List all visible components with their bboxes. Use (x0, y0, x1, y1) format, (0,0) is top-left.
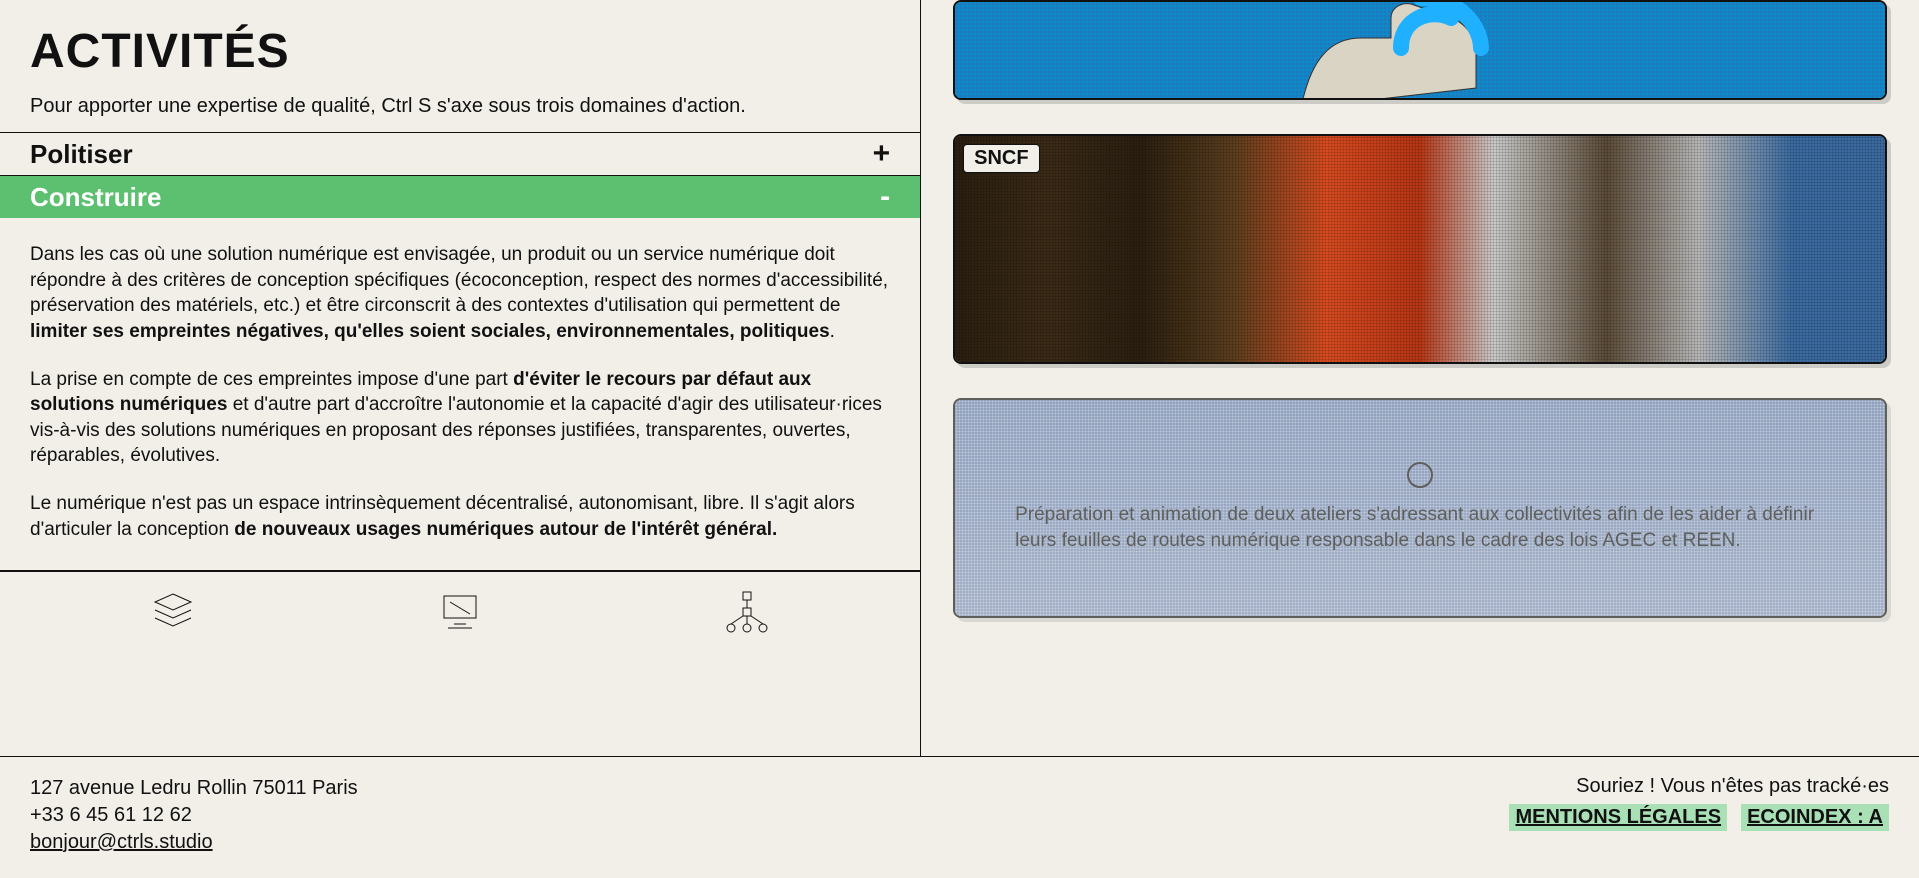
card-description: Préparation et animation de deux atelier… (1015, 502, 1825, 553)
body-text-bold: limiter ses empreintes négatives, qu'ell… (30, 321, 830, 342)
footer: 127 avenue Ledru Rollin 75011 Paris +33 … (0, 756, 1919, 878)
card-image (955, 2, 1885, 98)
body-text: La prise en compte de ces empreintes imp… (30, 369, 513, 390)
collapse-icon: - (880, 180, 890, 214)
loading-spinner-icon (1407, 462, 1433, 488)
activities-accordion: Politiser + Construire - Dans les cas où… (0, 132, 920, 571)
project-card-sncf[interactable]: SNCF (953, 134, 1887, 364)
accordion-header-politiser[interactable]: Politiser + (0, 133, 920, 175)
accordion-label: Politiser (30, 139, 133, 170)
card-image (955, 136, 1885, 362)
icons-row (0, 571, 920, 656)
card-image: Préparation et animation de deux atelier… (955, 400, 1885, 616)
footer-note: Souriez ! Vous n'êtes pas tracké·es (1509, 775, 1889, 798)
body-text-bold: de nouveaux usages numériques autour de … (234, 519, 777, 540)
accordion-header-construire[interactable]: Construire - (0, 176, 920, 218)
layers-icon (149, 588, 197, 640)
accordion-body-construire: Dans les cas où une solution numérique e… (0, 218, 920, 570)
computer-icon (436, 588, 484, 640)
body-text: . (830, 321, 835, 342)
body-text: Dans les cas où une solution numérique e… (30, 244, 888, 316)
legal-link-ecoindex[interactable]: ECOINDEX : A (1741, 804, 1889, 831)
expand-icon: + (873, 137, 891, 171)
page-title: ACTIVITÉS (30, 24, 890, 79)
legal-link-mentions[interactable]: MENTIONS LÉGALES (1509, 804, 1727, 831)
footer-email-link[interactable]: bonjour@ctrls.studio (30, 831, 213, 853)
footer-phone: +33 6 45 61 12 62 (30, 802, 358, 829)
network-icon (723, 588, 771, 640)
footer-address: 127 avenue Ledru Rollin 75011 Paris (30, 775, 358, 802)
card-badge: SNCF (963, 144, 1039, 173)
project-card-nec[interactable]: NEC Préparation et animation de deux ate… (953, 398, 1887, 618)
project-card[interactable] (953, 0, 1887, 100)
accordion-label: Construire (30, 182, 161, 213)
intro-text: Pour apporter une expertise de qualité, … (30, 95, 890, 118)
